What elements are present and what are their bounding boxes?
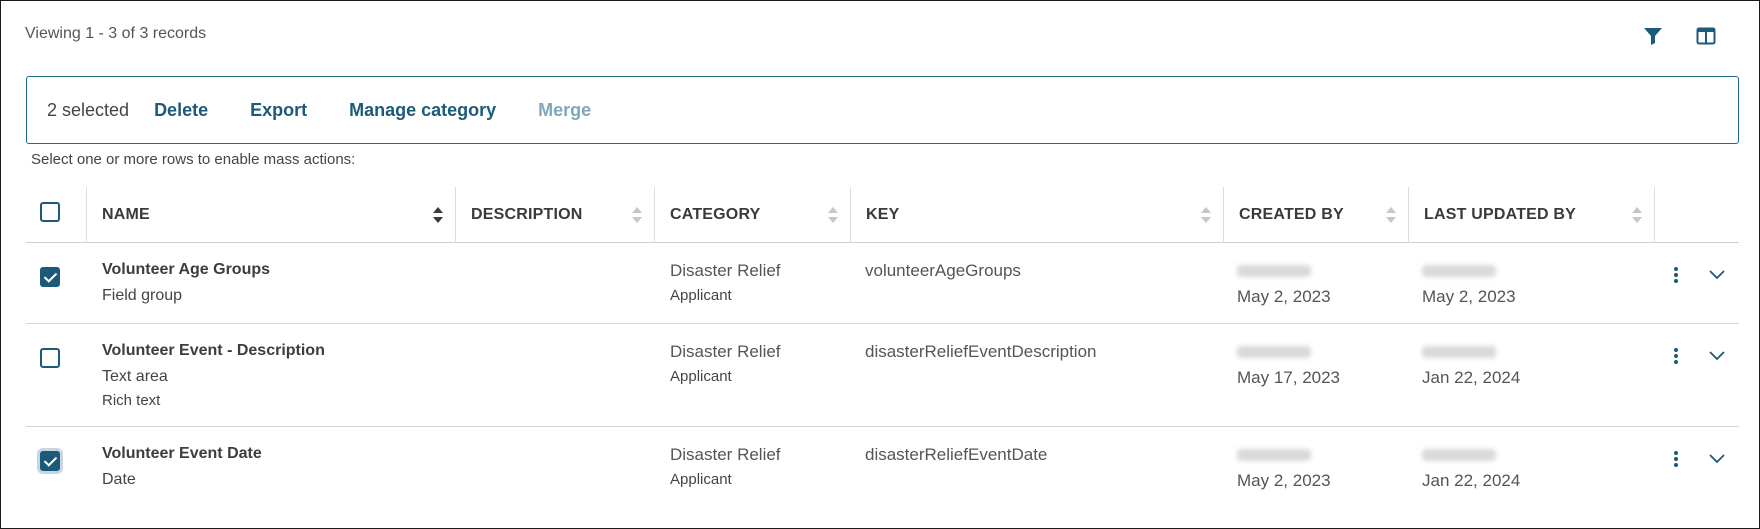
row-key: disasterReliefEventDescription bbox=[865, 342, 1097, 361]
row-checkbox[interactable] bbox=[40, 348, 60, 368]
column-header-category[interactable]: CATEGORY bbox=[654, 187, 850, 243]
created-by-user-redacted bbox=[1237, 346, 1311, 358]
row-created-date: May 17, 2023 bbox=[1237, 368, 1341, 387]
more-options-icon[interactable] bbox=[1666, 449, 1686, 469]
records-table: NAME DESCRIPTION CATEGORY KEY CREATED BY… bbox=[26, 187, 1739, 507]
column-header-label: CATEGORY bbox=[670, 206, 761, 223]
row-checkbox[interactable] bbox=[40, 451, 60, 471]
column-header-label: LAST UPDATED BY bbox=[1424, 206, 1577, 223]
row-category-sub: Applicant bbox=[670, 471, 732, 488]
manage-category-button[interactable]: Manage category bbox=[349, 100, 496, 121]
row-updated-date: May 2, 2023 bbox=[1422, 287, 1516, 306]
row-category-sub: Applicant bbox=[670, 287, 732, 304]
more-options-icon[interactable] bbox=[1666, 346, 1686, 366]
row-name[interactable]: Volunteer Event Date bbox=[102, 445, 262, 463]
sort-icon[interactable] bbox=[1632, 207, 1642, 225]
created-by-user-redacted bbox=[1237, 265, 1311, 277]
row-category: Disaster Relief bbox=[670, 445, 781, 464]
delete-button[interactable]: Delete bbox=[154, 100, 208, 121]
records-panel: Viewing 1 - 3 of 3 records 2 selected De… bbox=[0, 0, 1760, 529]
column-header-created-by[interactable]: CREATED BY bbox=[1223, 187, 1408, 243]
sort-icon[interactable] bbox=[828, 207, 838, 225]
column-header-actions bbox=[1654, 187, 1739, 243]
row-key: disasterReliefEventDate bbox=[865, 445, 1048, 464]
table-row[interactable]: Volunteer Event - Description Text area … bbox=[26, 324, 1739, 427]
column-header-label: DESCRIPTION bbox=[471, 206, 583, 223]
row-created-date: May 2, 2023 bbox=[1237, 287, 1331, 306]
column-header-label: NAME bbox=[102, 206, 150, 223]
row-name[interactable]: Volunteer Event - Description bbox=[102, 342, 325, 360]
merge-button[interactable]: Merge bbox=[538, 100, 591, 121]
row-created-date: May 2, 2023 bbox=[1237, 471, 1331, 490]
sort-icon[interactable] bbox=[1386, 207, 1396, 225]
row-checkbox[interactable] bbox=[40, 267, 60, 287]
columns-icon[interactable] bbox=[1693, 23, 1719, 49]
more-options-icon[interactable] bbox=[1666, 265, 1686, 285]
row-name[interactable]: Volunteer Age Groups bbox=[102, 261, 270, 279]
updated-by-user-redacted bbox=[1422, 346, 1496, 358]
row-type: Date bbox=[102, 471, 136, 488]
export-button[interactable]: Export bbox=[250, 100, 307, 121]
table-row[interactable]: Volunteer Event Date Date Disaster Relie… bbox=[26, 427, 1739, 507]
row-category: Disaster Relief bbox=[670, 261, 781, 280]
table-row[interactable]: Volunteer Age Groups Field group Disaste… bbox=[26, 243, 1739, 324]
chevron-down-icon[interactable] bbox=[1707, 449, 1727, 469]
sort-icon[interactable] bbox=[1201, 207, 1211, 225]
row-category-sub: Applicant bbox=[670, 368, 732, 385]
created-by-user-redacted bbox=[1237, 449, 1311, 461]
chevron-down-icon[interactable] bbox=[1707, 265, 1727, 285]
sort-asc-icon[interactable] bbox=[433, 207, 443, 225]
table-header: NAME DESCRIPTION CATEGORY KEY CREATED BY… bbox=[26, 187, 1739, 243]
row-updated-date: Jan 22, 2024 bbox=[1422, 471, 1521, 490]
filter-icon[interactable] bbox=[1640, 23, 1666, 49]
column-header-name[interactable]: NAME bbox=[86, 187, 455, 243]
records-count: Viewing 1 - 3 of 3 records bbox=[25, 25, 207, 42]
row-updated-date: Jan 22, 2024 bbox=[1422, 368, 1521, 387]
sort-icon[interactable] bbox=[632, 207, 642, 225]
column-header-last-updated-by[interactable]: LAST UPDATED BY bbox=[1408, 187, 1654, 243]
mass-actions-hint: Select one or more rows to enable mass a… bbox=[31, 151, 356, 168]
select-all-checkbox[interactable] bbox=[40, 202, 60, 222]
row-key: volunteerAgeGroups bbox=[865, 261, 1021, 280]
row-subtype: Rich text bbox=[102, 392, 161, 409]
column-header-key[interactable]: KEY bbox=[850, 187, 1223, 243]
row-type: Text area bbox=[102, 368, 168, 385]
updated-by-user-redacted bbox=[1422, 265, 1496, 277]
row-type: Field group bbox=[102, 287, 183, 304]
selected-count: 2 selected bbox=[47, 99, 130, 120]
column-header-label: CREATED BY bbox=[1239, 206, 1344, 223]
column-header-label: KEY bbox=[866, 206, 900, 223]
row-category: Disaster Relief bbox=[670, 342, 781, 361]
chevron-down-icon[interactable] bbox=[1707, 346, 1727, 366]
updated-by-user-redacted bbox=[1422, 449, 1496, 461]
mass-actions-bar: 2 selected Delete Export Manage category… bbox=[26, 76, 1739, 144]
column-header-description[interactable]: DESCRIPTION bbox=[455, 187, 654, 243]
